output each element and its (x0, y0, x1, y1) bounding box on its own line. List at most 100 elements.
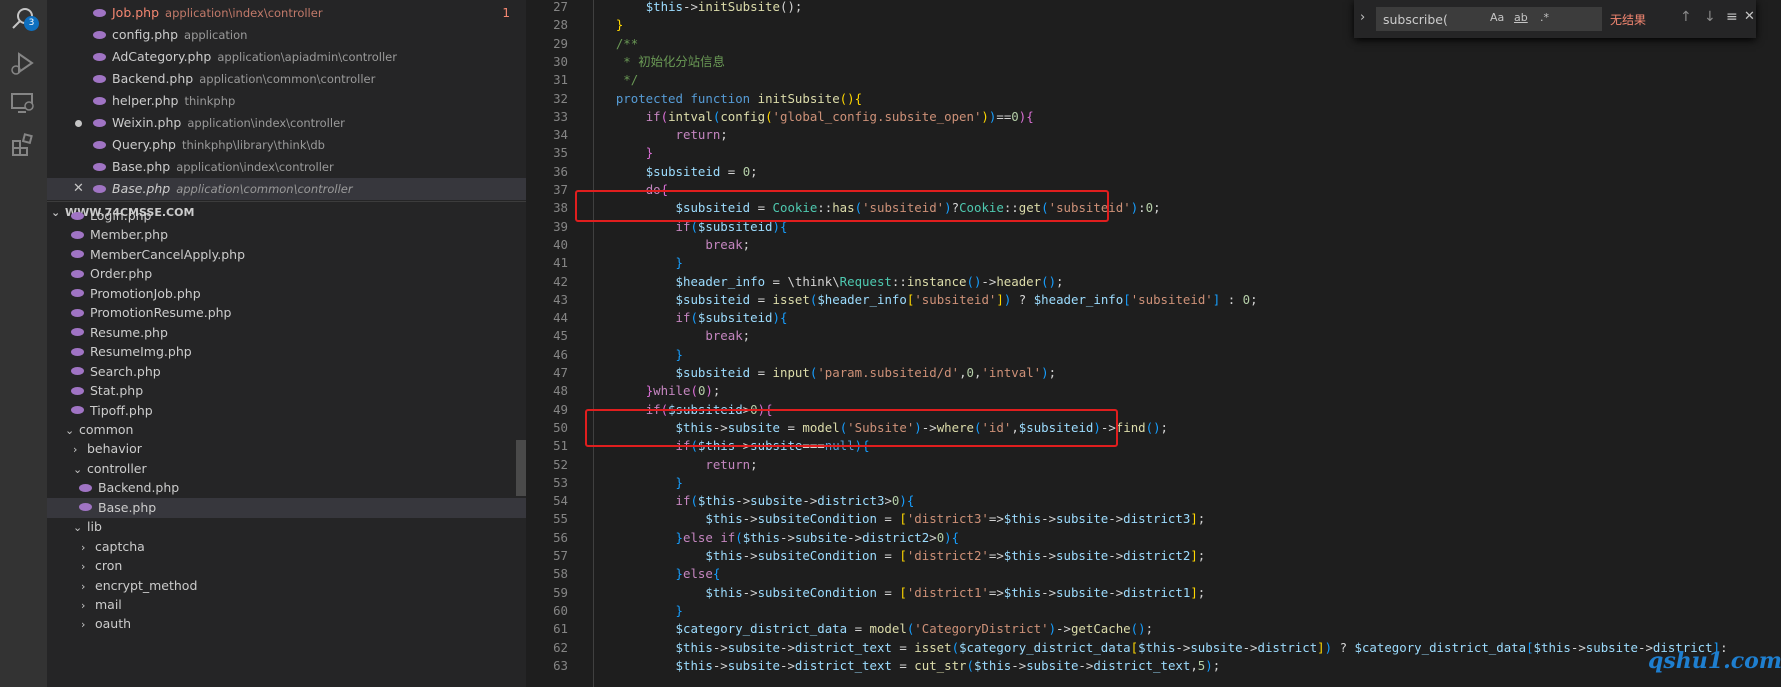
tree-folder-item[interactable]: ⌄ controller (47, 459, 526, 479)
chevron-right-icon[interactable]: › (1360, 10, 1365, 25)
code-line[interactable]: break; (586, 235, 750, 254)
chevron-right-icon: › (81, 560, 86, 574)
tree-file-item[interactable]: Resume.php (47, 323, 526, 343)
php-file-icon (93, 96, 106, 105)
code-line[interactable]: }while(0); (586, 381, 721, 400)
code-line[interactable]: * 初始化分站信息 (586, 52, 725, 71)
extensions-icon[interactable] (10, 132, 36, 158)
code-editor[interactable]: 27 $this->initSubsite(); 28 } 29 /** 30 * 初… (526, 0, 1781, 687)
find-input[interactable]: subscribe( (1376, 7, 1602, 31)
tree-file-item[interactable]: Tipoff.php (47, 401, 526, 421)
open-editor-filename: Base.php (112, 159, 171, 174)
open-editor-item[interactable]: ✕ Base.php application\common\controller (47, 178, 526, 200)
open-editor-item[interactable]: Job.php application\index\controller 1 (47, 2, 526, 24)
code-line[interactable]: */ (586, 70, 638, 89)
tree-item-label: Stat.php (90, 383, 144, 399)
code-line[interactable]: $subsiteid = isset($header_info['subsite… (586, 290, 1258, 309)
remote-explorer-icon[interactable] (10, 90, 36, 116)
line-number: 38 (553, 200, 568, 216)
whole-word-toggle[interactable]: ab (1514, 11, 1528, 24)
open-editor-item[interactable]: AdCategory.php application\apiadmin\contr… (47, 46, 526, 68)
tree-file-item[interactable]: Stat.php (47, 381, 526, 401)
open-editor-item[interactable]: Weixin.php application\index\controller (47, 112, 526, 134)
open-editor-item[interactable]: config.php application (47, 24, 526, 46)
tree-file-item[interactable]: MemberCancelApply.php (47, 245, 526, 265)
code-line[interactable]: return; (586, 455, 757, 474)
next-match-button[interactable]: ↓ (1704, 9, 1716, 25)
tree-folder-item[interactable]: › encrypt_method (47, 576, 526, 596)
tree-file-item[interactable]: Backend.php (47, 478, 526, 498)
code-line[interactable]: $header_info = \think\Request::instance(… (586, 272, 1064, 291)
tree-folder-item[interactable]: › behavior (47, 439, 526, 459)
tree-file-item[interactable]: Login.php (47, 206, 526, 226)
code-line[interactable]: break; (586, 326, 750, 345)
find-in-selection-button[interactable]: ≡ (1726, 9, 1738, 25)
open-editor-item[interactable]: helper.php thinkphp (47, 90, 526, 112)
code-line[interactable]: } (586, 15, 623, 34)
code-line[interactable]: /** (586, 34, 638, 53)
line-number: 55 (553, 511, 568, 527)
previous-match-button[interactable]: ↑ (1680, 9, 1692, 25)
code-line[interactable]: $this->subsite->district_text = cut_str(… (586, 656, 1221, 675)
tree-folder-item[interactable]: ⌄ common (47, 420, 526, 440)
open-editor-item[interactable]: Query.php thinkphp\library\think\db (47, 134, 526, 156)
tree-file-item[interactable]: Member.php (47, 225, 526, 245)
code-line[interactable]: if($subsiteid){ (586, 308, 788, 327)
tree-file-item[interactable]: PromotionResume.php (47, 303, 526, 323)
tree-file-item[interactable]: PromotionJob.php (47, 284, 526, 304)
tree-file-item[interactable]: Base.php (47, 497, 526, 518)
tree-file-item[interactable]: ResumeImg.php (47, 342, 526, 362)
tree-folder-item[interactable]: › captcha (47, 537, 526, 557)
php-file-icon (93, 8, 106, 17)
sidebar-scrollbar[interactable] (516, 440, 526, 496)
match-case-toggle[interactable]: Aa (1490, 11, 1504, 24)
code-line[interactable]: }else if($this->subsite->district2>0){ (586, 528, 960, 547)
close-find-button[interactable]: ✕ (1744, 9, 1755, 24)
code-line[interactable]: $this->subsite->district_text = isset($c… (586, 638, 1728, 657)
code-line[interactable]: $this->initSubsite(); (586, 0, 803, 16)
code-line[interactable]: $this->subsiteCondition = ['district2'=>… (586, 546, 1205, 565)
line-number: 32 (553, 90, 568, 106)
open-editor-item[interactable]: Base.php application\index\controller (47, 156, 526, 178)
code-line[interactable]: } (586, 345, 683, 364)
code-line[interactable]: } (586, 601, 683, 620)
php-file-icon (93, 74, 106, 83)
tree-folder-item[interactable]: › oauth (47, 614, 526, 634)
tree-file-item[interactable]: Search.php (47, 362, 526, 382)
code-line[interactable]: protected function initSubsite(){ (586, 89, 862, 108)
code-line[interactable]: $category_district_data = model('Categor… (586, 619, 1154, 638)
php-file-icon (71, 269, 84, 278)
code-line[interactable]: $subsiteid = 0; (586, 162, 758, 181)
tree-item-label: Login.php (90, 208, 152, 223)
close-icon[interactable]: ✕ (73, 178, 84, 200)
tree-item-label: Resume.php (90, 324, 168, 340)
tree-folder-item[interactable]: ⌄ lib (47, 517, 526, 537)
line-number: 54 (553, 493, 568, 509)
highlight-box-model-line (585, 409, 1118, 447)
tree-file-item[interactable]: Order.php (47, 264, 526, 284)
code-line[interactable]: $this->subsiteCondition = ['district1'=>… (586, 583, 1205, 602)
tree-folder-item[interactable]: › mail (47, 595, 526, 615)
chevron-down-icon: ⌄ (65, 423, 75, 437)
code-line[interactable]: if(intval(config('global_config.subsite_… (586, 107, 1034, 126)
open-editor-item[interactable]: Backend.php application\common\controller (47, 68, 526, 90)
tree-item-label: Tipoff.php (90, 402, 153, 418)
open-editor-path: application\index\controller (165, 6, 323, 20)
code-line[interactable]: $this->subsiteCondition = ['district3'=>… (586, 509, 1205, 528)
code-line[interactable]: }else{ (586, 564, 721, 583)
code-line[interactable]: return; (586, 125, 728, 144)
code-line[interactable]: } (586, 253, 683, 272)
php-file-icon (71, 328, 84, 337)
line-number: 52 (553, 456, 568, 472)
open-editor-filename: Weixin.php (112, 115, 182, 130)
code-line[interactable]: if($this->subsite->district3>0){ (586, 491, 915, 510)
code-line[interactable]: } (586, 473, 683, 492)
open-editor-path: application\index\controller (187, 116, 345, 130)
code-line[interactable]: } (586, 143, 653, 162)
line-number: 57 (553, 548, 568, 563)
regex-toggle[interactable]: .* (1540, 11, 1549, 24)
code-line[interactable]: $subsiteid = input('param.subsiteid/d',0… (586, 363, 1057, 382)
debug-icon[interactable] (10, 50, 36, 76)
open-editor-filename: config.php (112, 27, 179, 42)
tree-folder-item[interactable]: › cron (47, 556, 526, 576)
